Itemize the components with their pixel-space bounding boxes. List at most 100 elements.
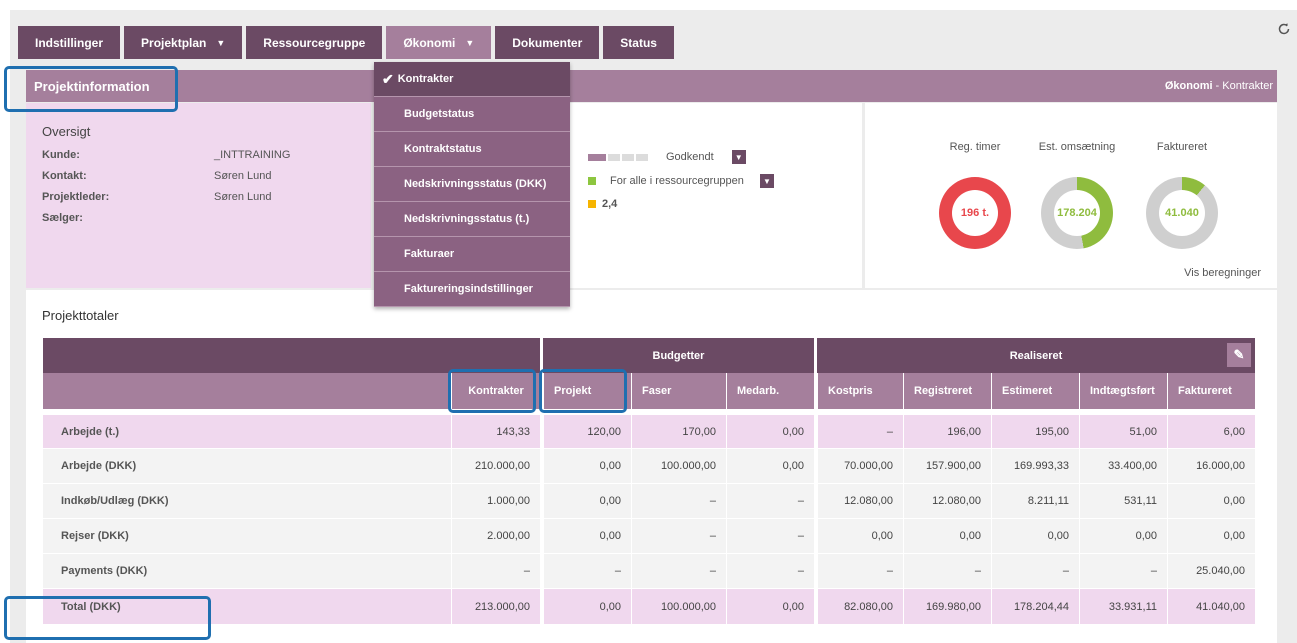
kpi-value: 178.204	[1054, 190, 1100, 236]
menu-item-2[interactable]: Kontraktstatus	[374, 132, 570, 167]
table-cell[interactable]: 213.000,00	[451, 589, 540, 625]
group-dropdown[interactable]: ▼	[759, 174, 774, 188]
table-cell[interactable]: 178.204,44	[991, 589, 1079, 625]
table-cell[interactable]: 12.080,00	[817, 484, 903, 519]
overview-label: Sælger:	[42, 212, 83, 224]
menu-item-5[interactable]: Fakturaer	[374, 237, 570, 272]
row-label: Arbejde (t.)	[43, 415, 451, 449]
table-row: Indkøb/Udlæg (DKK) 1.000,00 0,00– –12.080,0…	[43, 484, 1255, 519]
table-cell[interactable]: 0,00	[726, 415, 814, 449]
progress-segment	[588, 153, 606, 161]
table-cell[interactable]: 196,00	[903, 415, 991, 449]
table-cell[interactable]: 210.000,00	[451, 449, 540, 484]
table-cell[interactable]: 170,00	[631, 415, 726, 449]
table-cell[interactable]: 0,00	[726, 589, 814, 625]
table-cell[interactable]: 157.900,00	[903, 449, 991, 484]
table-cell[interactable]: 6,00	[1167, 415, 1255, 449]
group-row: For alle i ressourcegruppen ▼	[588, 174, 774, 188]
table-cell[interactable]: 100.000,00	[631, 449, 726, 484]
row-label: Arbejde (DKK)	[43, 449, 451, 484]
table-cell[interactable]: –	[817, 415, 903, 449]
table-cell[interactable]: 8.211,11	[991, 484, 1079, 519]
table-cell[interactable]: 41.040,00	[1167, 589, 1255, 625]
kpi-label: Reg. timer	[949, 141, 1001, 153]
table-cell[interactable]: –	[991, 554, 1079, 589]
table-cell[interactable]: –	[543, 554, 631, 589]
menu-item-6[interactable]: Faktureringsindstillinger	[374, 272, 570, 307]
table-cell[interactable]: –	[631, 519, 726, 554]
table-row: Rejser (DKK) 2.000,00 0,00– –0,00 0,00 0,00 0,…	[43, 519, 1255, 554]
table-cell[interactable]: 0,00	[543, 484, 631, 519]
table-cell[interactable]: 51,00	[1079, 415, 1167, 449]
table-cell[interactable]: 0,00	[1167, 519, 1255, 554]
pencil-icon[interactable]: ✎	[1227, 343, 1251, 367]
value-row: 2,4	[588, 198, 617, 210]
table-cell[interactable]: 0,00	[543, 589, 631, 625]
table-cell[interactable]: –	[631, 484, 726, 519]
table-cell[interactable]: 120,00	[543, 415, 631, 449]
menu-item-label: Kontrakter	[397, 73, 454, 85]
table-cell[interactable]: 0,00	[903, 519, 991, 554]
tab-4[interactable]: Dokumenter	[495, 26, 600, 59]
table-cell[interactable]: 0,00	[543, 449, 631, 484]
table-cell[interactable]: –	[726, 554, 814, 589]
table-cell[interactable]: 25.040,00	[1167, 554, 1255, 589]
table-cell[interactable]: 16.000,00	[1167, 449, 1255, 484]
kpi-value: 41.040	[1159, 190, 1205, 236]
table-cell[interactable]: 0,00	[543, 519, 631, 554]
tab-2[interactable]: Ressourcegruppe	[246, 26, 383, 59]
approved-dropdown[interactable]: ▼	[731, 150, 746, 164]
menu-item-3[interactable]: Nedskrivningsstatus (DKK)	[374, 167, 570, 202]
tab-1[interactable]: Projektplan ▼	[124, 26, 243, 59]
table-cell[interactable]: 12.080,00	[903, 484, 991, 519]
table-cell[interactable]: 169.980,00	[903, 589, 991, 625]
table-cell[interactable]: –	[631, 554, 726, 589]
table-cell[interactable]: 33.931,11	[1079, 589, 1167, 625]
table-cell[interactable]: 33.400,00	[1079, 449, 1167, 484]
menu-item-0[interactable]: ✔ Kontrakter	[374, 62, 570, 97]
table-cell[interactable]: 0,00	[991, 519, 1079, 554]
table-row: Payments (DKK) – – – – – – – –25.040,00	[43, 554, 1255, 589]
table-cell[interactable]: –	[817, 554, 903, 589]
table-cell[interactable]: 0,00	[726, 449, 814, 484]
tab-3[interactable]: Økonomi ▼	[386, 26, 492, 59]
menu-item-label: Budgetstatus	[404, 108, 475, 120]
refresh-icon[interactable]	[1277, 22, 1291, 36]
menu-item-1[interactable]: Budgetstatus	[374, 97, 570, 132]
table-cell[interactable]: 2.000,00	[451, 519, 540, 554]
kpi-donut: 196 t.	[939, 177, 1011, 249]
table-cell[interactable]: 0,00	[1167, 484, 1255, 519]
table-cell[interactable]: 100.000,00	[631, 589, 726, 625]
table-cell[interactable]: 169.993,33	[991, 449, 1079, 484]
table-cell[interactable]: –	[726, 484, 814, 519]
table-cell[interactable]: 531,11	[1079, 484, 1167, 519]
tab-5[interactable]: Status	[603, 26, 674, 59]
menu-item-4[interactable]: Nedskrivningsstatus (t.)	[374, 202, 570, 237]
kpi-label: Faktureret	[1156, 141, 1208, 153]
table-row: Arbejde (t.) 143,33 120,00 170,00 0,00–196,0…	[43, 415, 1255, 449]
overview-label: Projektleder:	[42, 191, 110, 203]
row-label: Total (DKK)	[43, 589, 451, 625]
table-cell[interactable]: 195,00	[991, 415, 1079, 449]
menu-item-label: Faktureringsindstillinger	[404, 283, 533, 295]
table-cell[interactable]: 0,00	[1079, 519, 1167, 554]
table-cell[interactable]: 82.080,00	[817, 589, 903, 625]
vis-beregninger-link[interactable]: Vis beregninger	[1184, 267, 1261, 279]
page-title: Projektinformation	[26, 70, 162, 102]
column-header-kontrakter: Kontrakter	[451, 373, 540, 409]
overview-value: _INTTRAINING	[214, 149, 291, 161]
tab-label: Dokumenter	[512, 35, 583, 50]
table-cell[interactable]: 0,00	[817, 519, 903, 554]
table-cell[interactable]: 70.000,00	[817, 449, 903, 484]
table-cell[interactable]: –	[451, 554, 540, 589]
approval-row: Godkendt ▼	[588, 150, 746, 164]
table-cell[interactable]: 1.000,00	[451, 484, 540, 519]
table-cell[interactable]: –	[726, 519, 814, 554]
tab-0[interactable]: Indstillinger	[18, 26, 121, 59]
table-cell[interactable]: 143,33	[451, 415, 540, 449]
row-label: Rejser (DKK)	[43, 519, 451, 554]
main-tabs: Indstillinger Projektplan ▼ Ressourcegruppe…	[18, 26, 674, 59]
table-cell[interactable]: –	[903, 554, 991, 589]
table-cell[interactable]: –	[1079, 554, 1167, 589]
tab-label: Ressourcegruppe	[263, 35, 366, 50]
